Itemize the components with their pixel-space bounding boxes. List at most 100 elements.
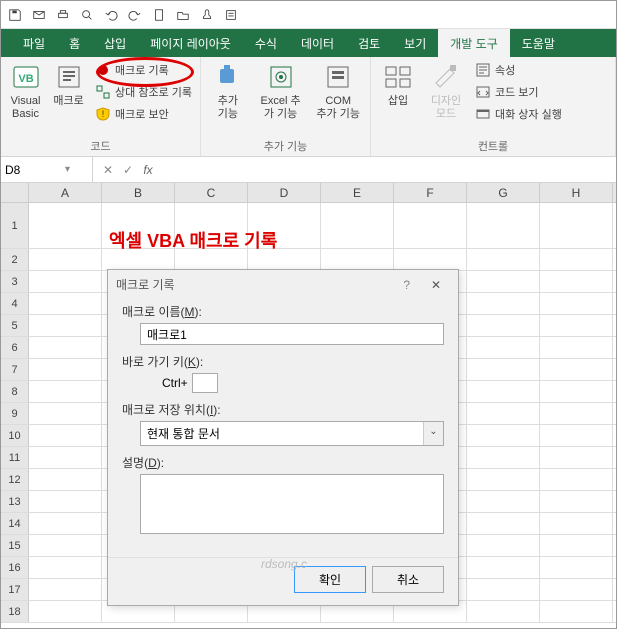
cell[interactable] [540, 469, 613, 490]
cell[interactable] [540, 579, 613, 600]
cell[interactable] [540, 425, 613, 446]
cell[interactable] [540, 293, 613, 314]
cell[interactable] [29, 203, 102, 248]
preview-icon[interactable] [79, 7, 95, 23]
row-header[interactable]: 12 [1, 469, 29, 490]
cell[interactable] [540, 203, 613, 248]
cell[interactable] [467, 249, 540, 270]
col-header[interactable]: E [321, 183, 394, 202]
cell[interactable] [29, 315, 102, 336]
redo-icon[interactable] [127, 7, 143, 23]
cell[interactable] [29, 249, 102, 270]
col-header[interactable]: A [29, 183, 102, 202]
com-addins-button[interactable]: COM 추가 기능 [310, 59, 366, 123]
save-icon[interactable] [7, 7, 23, 23]
cell[interactable] [321, 249, 394, 270]
cell[interactable] [29, 579, 102, 600]
cell[interactable] [321, 203, 394, 248]
col-header[interactable]: F [394, 183, 467, 202]
addins-button[interactable]: 추가 기능 [205, 59, 251, 123]
macro-name-input[interactable] [140, 323, 444, 345]
chevron-down-icon[interactable]: ⌄ [423, 422, 443, 445]
cell[interactable] [540, 403, 613, 424]
cell[interactable] [29, 447, 102, 468]
cell[interactable] [467, 403, 540, 424]
row-header[interactable]: 15 [1, 535, 29, 556]
cell[interactable] [467, 447, 540, 468]
tab-pagelayout[interactable]: 페이지 레이아웃 [138, 29, 243, 57]
row-header[interactable]: 6 [1, 337, 29, 358]
undo-icon[interactable] [103, 7, 119, 23]
form-icon[interactable] [223, 7, 239, 23]
tab-home[interactable]: 홈 [57, 29, 92, 57]
cell[interactable] [540, 535, 613, 556]
cell[interactable] [467, 381, 540, 402]
ok-button[interactable]: 확인 [294, 566, 366, 593]
cell[interactable] [540, 359, 613, 380]
cell[interactable] [540, 447, 613, 468]
cell[interactable] [29, 535, 102, 556]
tab-review[interactable]: 검토 [346, 29, 392, 57]
dialog-close-icon[interactable]: ✕ [422, 278, 450, 292]
cell[interactable] [467, 491, 540, 512]
row-header[interactable]: 10 [1, 425, 29, 446]
record-macro-button[interactable]: 매크로 기록 [91, 59, 196, 81]
cell[interactable] [29, 293, 102, 314]
cell[interactable] [467, 425, 540, 446]
name-box-input[interactable] [5, 163, 65, 177]
cell[interactable] [29, 271, 102, 292]
cell[interactable] [540, 557, 613, 578]
cell[interactable] [29, 557, 102, 578]
cell[interactable] [540, 601, 613, 622]
cell[interactable] [467, 557, 540, 578]
cancel-formula-icon[interactable]: ✕ [99, 163, 117, 177]
row-header[interactable]: 1 [1, 203, 29, 248]
formula-input[interactable] [163, 163, 616, 177]
cell[interactable] [29, 513, 102, 534]
col-header[interactable]: H [540, 183, 613, 202]
row-header[interactable]: 7 [1, 359, 29, 380]
cell[interactable] [540, 249, 613, 270]
cell[interactable] [467, 359, 540, 380]
tab-formulas[interactable]: 수식 [243, 29, 289, 57]
cell[interactable] [467, 203, 540, 248]
row-header[interactable]: 18 [1, 601, 29, 622]
cell[interactable] [29, 359, 102, 380]
shortcut-key-input[interactable] [192, 373, 218, 393]
row-header[interactable]: 4 [1, 293, 29, 314]
open-icon[interactable] [175, 7, 191, 23]
row-header[interactable]: 17 [1, 579, 29, 600]
insert-control-button[interactable]: 삽입 [375, 59, 421, 110]
excel-addins-button[interactable]: Excel 추 가 기능 [253, 59, 309, 123]
design-mode-button[interactable]: 디자인 모드 [423, 59, 469, 123]
row-header[interactable]: 5 [1, 315, 29, 336]
tab-insert[interactable]: 삽입 [92, 29, 138, 57]
enter-formula-icon[interactable]: ✓ [119, 163, 137, 177]
cell[interactable] [29, 381, 102, 402]
view-code-button[interactable]: 코드 보기 [471, 81, 566, 103]
col-header[interactable]: D [248, 183, 321, 202]
cell[interactable] [540, 271, 613, 292]
macro-security-button[interactable]: ! 매크로 보안 [91, 103, 196, 125]
row-header[interactable]: 3 [1, 271, 29, 292]
row-header[interactable]: 8 [1, 381, 29, 402]
run-dialog-button[interactable]: 대화 상자 실행 [471, 103, 566, 125]
cell[interactable] [29, 601, 102, 622]
cell[interactable] [29, 491, 102, 512]
cell[interactable] [540, 381, 613, 402]
row-header[interactable]: 14 [1, 513, 29, 534]
tab-developer[interactable]: 개발 도구 [438, 29, 510, 57]
cell[interactable] [467, 513, 540, 534]
touch-icon[interactable] [199, 7, 215, 23]
cell[interactable] [540, 315, 613, 336]
cell[interactable] [467, 271, 540, 292]
tab-data[interactable]: 데이터 [289, 29, 346, 57]
cell[interactable] [29, 469, 102, 490]
cell[interactable] [540, 513, 613, 534]
col-header[interactable]: G [467, 183, 540, 202]
tab-view[interactable]: 보기 [392, 29, 438, 57]
cell[interactable] [467, 337, 540, 358]
tab-file[interactable]: 파일 [11, 29, 57, 57]
name-box-dropdown-icon[interactable]: ▾ [65, 164, 70, 175]
cell[interactable] [394, 249, 467, 270]
